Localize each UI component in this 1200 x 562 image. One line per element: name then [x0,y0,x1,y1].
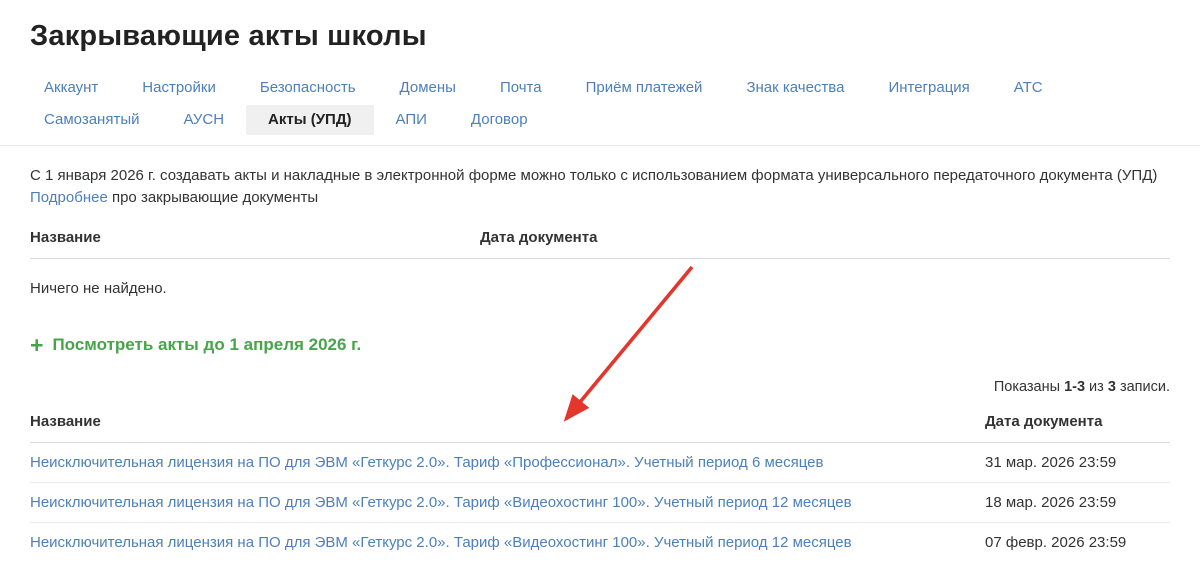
column-header-name: Название [30,229,101,246]
tab-security[interactable]: Безопасность [238,73,378,103]
pagination-suffix: записи. [1115,379,1170,395]
page-title: Закрывающие акты школы [30,20,427,52]
act-document-date: 18 мар. 2026 23:59 [985,494,1117,511]
empty-state-message: Ничего не найдено. [30,280,167,297]
view-acts-until-link[interactable]: + Посмотреть акты до 1 апреля 2026 г. [30,332,1170,358]
acts-table-header: Название Дата документа [30,401,1170,443]
more-details-suffix: про закрывающие документы [107,189,319,206]
pagination-total: 3 [1107,379,1116,395]
upd-notice-text: С 1 января 2026 г. создавать акты и накл… [30,167,1158,184]
tab-ats[interactable]: АТС [992,73,1065,103]
empty-acts-table: Название Дата документа Ничего не найден… [30,213,1170,297]
acts-table: Название Дата документа Неисключительная… [30,401,1170,562]
plus-icon: + [30,332,44,358]
pagination-middle: из [1085,379,1108,395]
pagination-summary: Показаны 1-3 из 3 записи. [30,379,1170,395]
pagination-prefix: Показаны [993,379,1065,395]
upd-notice: С 1 января 2026 г. создавать акты и накл… [30,165,1170,209]
tab-quality-mark[interactable]: Знак качества [724,73,866,103]
tab-domains[interactable]: Домены [378,73,478,103]
tab-api[interactable]: АПИ [374,105,449,135]
column-header-name: Название [30,413,101,430]
more-details-link[interactable]: Подробнее [30,189,108,206]
pagination-range: 1-3 [1064,379,1086,395]
tab-mail[interactable]: Почта [478,73,564,103]
table-row: Неисключительная лицензия на ПО для ЭВМ … [30,443,1170,483]
tab-settings[interactable]: Настройки [120,73,238,103]
act-document-date: 31 мар. 2026 23:59 [985,454,1117,471]
upd-notice-more-line: Подробнее про закрывающие документы [30,187,1170,209]
tab-integration[interactable]: Интеграция [866,73,991,103]
table-row: Неисключительная лицензия на ПО для ЭВМ … [30,523,1170,562]
act-document-date: 07 февр. 2026 23:59 [985,534,1127,551]
tab-contract[interactable]: Договор [449,105,550,135]
act-document-link[interactable]: Неисключительная лицензия на ПО для ЭВМ … [30,534,985,551]
column-header-date: Дата документа [985,413,1103,430]
act-document-link[interactable]: Неисключительная лицензия на ПО для ЭВМ … [30,454,985,471]
account-settings-page: Закрывающие акты школы Аккаунт Настройки… [0,0,1200,562]
act-document-link[interactable]: Неисключительная лицензия на ПО для ЭВМ … [30,494,985,511]
empty-acts-table-header: Название Дата документа [30,213,1170,259]
column-header-date: Дата документа [480,229,598,246]
tab-payments[interactable]: Приём платежей [564,73,725,103]
view-acts-label: Посмотреть акты до 1 апреля 2026 г. [52,335,362,354]
tab-acts-upd[interactable]: Акты (УПД) [246,105,374,135]
tab-self-employed[interactable]: Самозанятый [22,105,162,135]
table-row: Неисключительная лицензия на ПО для ЭВМ … [30,483,1170,523]
settings-tab-bar: Аккаунт Настройки Безопасность Домены По… [0,73,1200,146]
tab-account[interactable]: Аккаунт [22,73,120,103]
tab-ausn[interactable]: АУСН [162,105,247,135]
